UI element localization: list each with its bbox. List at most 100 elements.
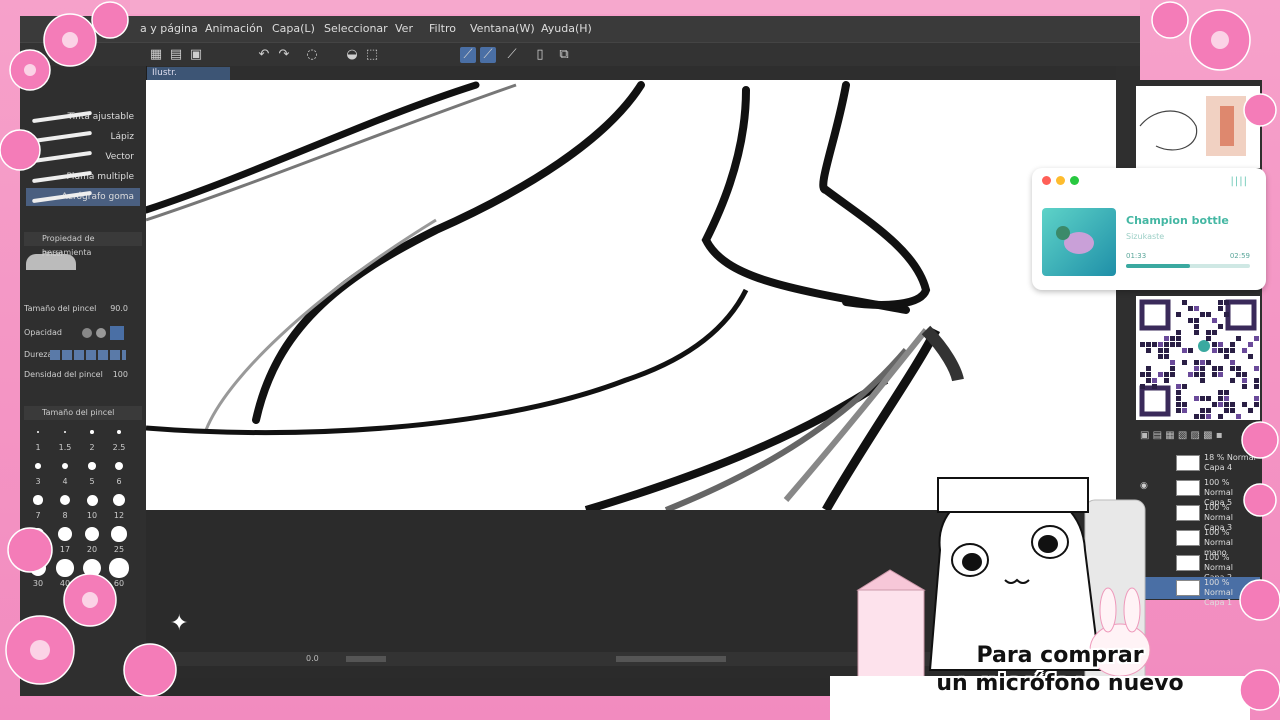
brush-size-dot[interactable] xyxy=(33,495,43,505)
qr-module xyxy=(1146,366,1151,371)
qr-module xyxy=(1200,372,1205,377)
qr-module xyxy=(1170,342,1175,347)
qr-module xyxy=(1212,366,1217,371)
zoom-readout[interactable]: 0.0 xyxy=(306,654,319,663)
qr-module xyxy=(1194,372,1199,377)
menu-filtro[interactable]: Filtro xyxy=(429,22,456,35)
qr-module xyxy=(1170,366,1175,371)
prop-label: Tamaño del pincel xyxy=(24,304,97,313)
qr-module xyxy=(1164,348,1169,353)
brush-size-dot[interactable] xyxy=(113,494,125,506)
qr-module xyxy=(1224,312,1229,317)
prop-label: Densidad del pincel xyxy=(24,370,103,379)
qr-module xyxy=(1230,348,1235,353)
brush-size-dot[interactable] xyxy=(59,494,71,506)
qr-module xyxy=(1212,372,1217,377)
horizontal-scrollbar[interactable] xyxy=(616,656,726,662)
qr-module xyxy=(1170,336,1175,341)
device-icon[interactable]: ▯ xyxy=(532,47,548,63)
qr-module xyxy=(1248,342,1253,347)
qr-module xyxy=(1212,342,1217,347)
qr-module xyxy=(1254,384,1259,389)
transform-icon[interactable]: ⬚ xyxy=(364,47,380,63)
menu-ventana[interactable]: Ventana(W) xyxy=(470,22,535,35)
prop-size-row[interactable]: Tamaño del pincel 90.0 xyxy=(24,302,142,316)
drawing-canvas[interactable] xyxy=(146,80,1116,510)
prop-opacity-row[interactable]: Opacidad xyxy=(24,326,142,340)
opacity-dot[interactable] xyxy=(96,328,106,338)
redo-icon[interactable]: ↷ xyxy=(276,47,292,63)
qr-module xyxy=(1218,348,1223,353)
prop-value[interactable]: 100 xyxy=(113,368,128,382)
snap-ruler-icon[interactable]: ⟋ xyxy=(460,47,476,63)
blossom-top-left-decoration xyxy=(0,1,129,171)
menu-ayuda[interactable]: Ayuda(H) xyxy=(541,22,592,35)
qr-module xyxy=(1164,378,1169,383)
qr-module xyxy=(1230,342,1235,347)
brush-preview: Pincel xyxy=(24,250,142,274)
brush-size-dot[interactable] xyxy=(116,429,122,435)
qr-module xyxy=(1218,300,1223,305)
share-icon[interactable]: ⧉ xyxy=(556,47,572,63)
hardness-bar[interactable] xyxy=(50,350,126,360)
qr-module xyxy=(1242,348,1247,353)
qr-module xyxy=(1206,396,1211,401)
qr-module xyxy=(1254,336,1259,341)
qr-module xyxy=(1194,360,1199,365)
brush-size-label: 10 xyxy=(86,511,98,520)
opacity-dot-selected[interactable] xyxy=(110,326,124,340)
snap-grid-icon[interactable]: ⟋ xyxy=(504,47,520,63)
prop-density-row[interactable]: Densidad del pincel 100 xyxy=(24,368,142,382)
prop-hardness-row[interactable]: Dureza xyxy=(24,348,142,362)
brush-size-dot[interactable] xyxy=(63,430,67,434)
song-title: Champion bottle xyxy=(1126,214,1229,227)
layer-thumbnail xyxy=(1176,480,1200,496)
opacity-dot[interactable] xyxy=(82,328,92,338)
open-file-icon[interactable]: ▤ xyxy=(168,47,184,63)
brush-size-dot[interactable] xyxy=(37,431,39,433)
brush-size-label: 2 xyxy=(89,443,95,452)
menu-capa[interactable]: Capa(L) xyxy=(272,22,315,35)
blossom-top-right-decoration xyxy=(1151,1,1277,127)
brush-size-dot[interactable] xyxy=(90,430,94,434)
song-progress-fill xyxy=(1126,264,1191,268)
music-player-widget: |||| Champion bottle Sizukaste 01:33 02:… xyxy=(1032,168,1266,290)
qr-module xyxy=(1254,366,1259,371)
qr-module xyxy=(1236,372,1241,377)
qr-module xyxy=(1230,378,1235,383)
brush-size-dot[interactable] xyxy=(61,462,69,470)
snap-special-icon[interactable]: ⟋ xyxy=(480,47,496,63)
brush-size-dot[interactable] xyxy=(88,462,96,470)
menu-animacion[interactable]: Animación xyxy=(205,22,263,35)
song-progress-bar xyxy=(1126,264,1250,268)
qr-module xyxy=(1176,312,1181,317)
clear-icon[interactable]: ◌ xyxy=(304,47,320,63)
prop-label: Opacidad xyxy=(24,328,62,337)
brush-size-dot[interactable] xyxy=(114,461,124,471)
caption-line-2: un micrófono nuevo xyxy=(936,671,1184,696)
qr-module xyxy=(1140,384,1145,389)
undo-icon[interactable]: ↶ xyxy=(256,47,272,63)
qr-module xyxy=(1170,372,1175,377)
qr-module xyxy=(1224,300,1229,305)
toolbar: ▦ ▤ ▣ ↶ ↷ ◌ ◒ ⬚ ⟋ ⟋ ⟋ ▯ ⧉ xyxy=(20,42,1140,68)
caption-line-1: Para comprar xyxy=(976,643,1144,668)
zoom-slider[interactable] xyxy=(346,656,386,662)
qr-module xyxy=(1164,354,1169,359)
qr-module xyxy=(1194,414,1199,419)
layer-thumbnail xyxy=(1176,555,1200,571)
brush-size-dot[interactable] xyxy=(35,463,41,469)
layer-thumbnail xyxy=(1176,530,1200,546)
qr-module xyxy=(1224,354,1229,359)
frame-top-strip xyxy=(130,0,1140,14)
menu-seleccionar[interactable]: Seleccionar xyxy=(324,22,388,35)
menu-ver[interactable]: Ver xyxy=(395,22,413,35)
qr-module xyxy=(1206,360,1211,365)
prop-value[interactable]: 90.0 xyxy=(110,302,128,316)
qr-module xyxy=(1194,324,1199,329)
fill-icon[interactable]: ◒ xyxy=(344,47,360,63)
save-icon[interactable]: ▣ xyxy=(188,47,204,63)
brush-size-label: 7 xyxy=(35,511,41,520)
qr-module xyxy=(1254,378,1259,383)
brush-size-dot[interactable] xyxy=(86,494,98,506)
